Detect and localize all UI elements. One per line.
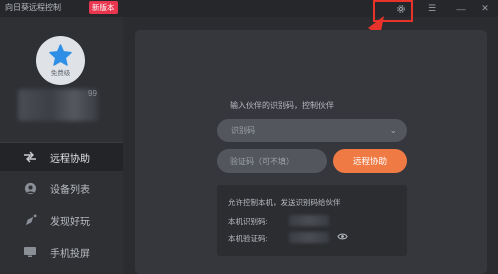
star-icon — [49, 44, 72, 66]
remote-assist-icon — [22, 151, 38, 163]
nav-item-discover[interactable]: 发现好玩 — [0, 206, 123, 234]
partner-code-prompt: 输入伙伴的识别码，控制伙伴 — [230, 101, 334, 110]
username-tail: 99 — [88, 89, 97, 98]
blurred-username — [18, 89, 98, 121]
account-level-label: 免费级 — [50, 70, 71, 77]
nav-label: 发现好玩 — [50, 216, 90, 228]
avatar[interactable]: 免费级 — [36, 36, 85, 85]
chevron-down-icon: ⌄ — [389, 125, 397, 135]
blurred-device-id — [289, 215, 329, 226]
new-version-badge[interactable]: 新版本 — [89, 1, 118, 14]
menu-icon: ☰ — [427, 3, 437, 13]
nav-label: 手机投屏 — [50, 248, 90, 260]
verification-code-input[interactable] — [217, 149, 327, 173]
nav-item-screen-cast[interactable]: 手机投屏 — [0, 238, 123, 266]
remote-assist-panel: 输入伙伴的识别码，控制伙伴 识别码 ⌄ 远程协助 允许控制本机，发送识别码给伙伴… — [135, 30, 487, 274]
nav-item-remote-assist[interactable]: 远程协助 — [0, 143, 123, 171]
partner-id-select[interactable]: 识别码 ⌄ — [217, 119, 407, 142]
minimize-icon: — — [456, 3, 466, 14]
remote-assist-button[interactable]: 远程协助 — [333, 149, 407, 173]
eye-icon[interactable] — [337, 232, 348, 241]
nav-item-device-list[interactable]: 设备列表 — [0, 174, 123, 202]
discover-icon — [22, 213, 38, 227]
partner-id-placeholder: 识别码 — [231, 126, 255, 135]
device-code-label: 本机验证码: — [228, 234, 268, 243]
menu-button[interactable]: ☰ — [421, 0, 443, 17]
allow-control-title: 允许控制本机，发送识别码给伙伴 — [228, 198, 341, 207]
title-bar: 向日葵远程控制 新版本 ☰ — ✕ — [0, 0, 498, 17]
close-button[interactable]: ✕ — [474, 0, 496, 17]
close-icon: ✕ — [481, 3, 489, 13]
screen-cast-icon — [22, 246, 38, 258]
blurred-device-code — [289, 232, 329, 243]
nav-label: 设备列表 — [50, 184, 90, 196]
sidebar: 免费级 99 远程协助 设备列表 发现好玩 手机投屏 — [0, 17, 123, 274]
allow-control-box: 允许控制本机，发送识别码给伙伴 本机识别码: 本机验证码: — [217, 185, 407, 256]
device-id-label: 本机识别码: — [228, 217, 268, 226]
device-list-icon — [22, 182, 38, 195]
app-title: 向日葵远程控制 — [5, 3, 61, 12]
nav-label: 远程协助 — [50, 153, 90, 165]
minimize-button[interactable]: — — [450, 0, 472, 17]
